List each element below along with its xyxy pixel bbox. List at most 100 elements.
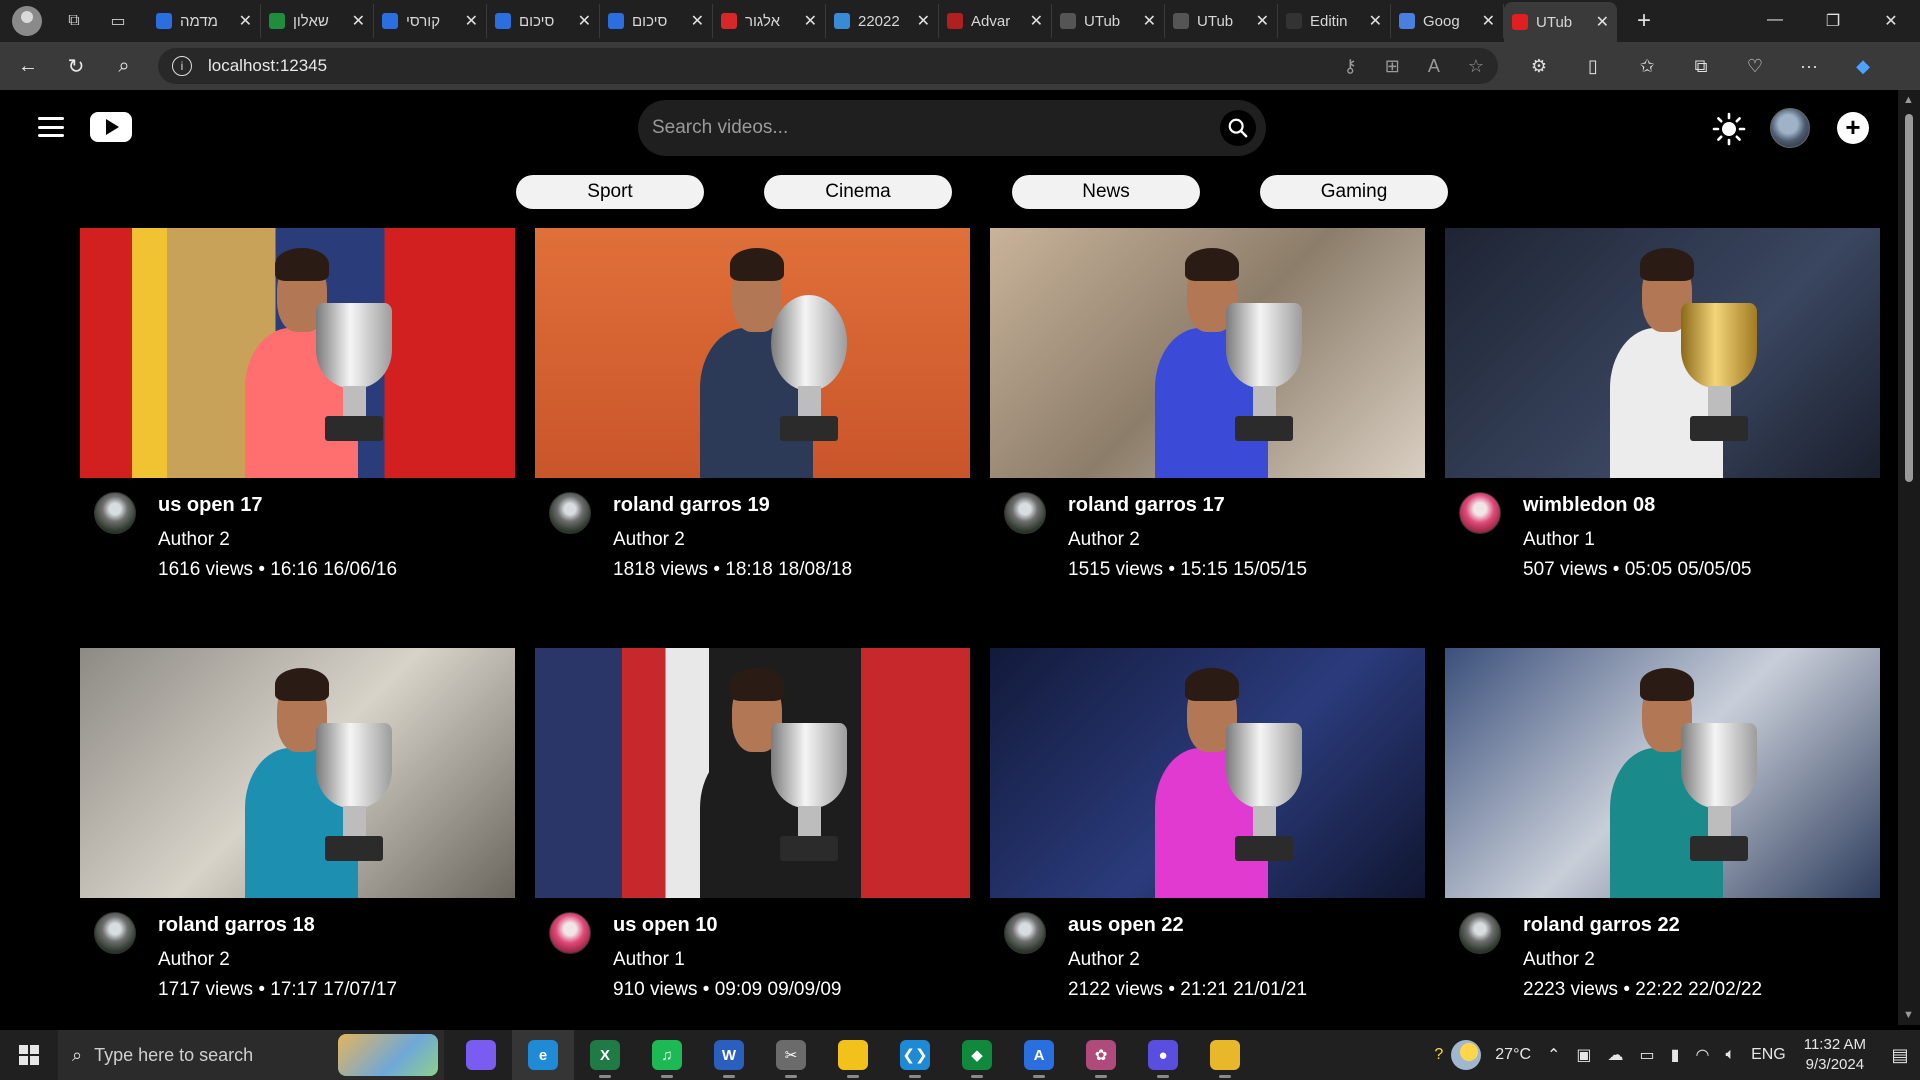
video-author[interactable]: Author 2 [158, 947, 397, 973]
channel-avatar[interactable] [549, 912, 591, 954]
snipping-app-icon[interactable]: ✂ [760, 1030, 822, 1080]
channel-avatar[interactable] [1459, 912, 1501, 954]
app-store-icon[interactable]: A [1008, 1030, 1070, 1080]
close-tab-icon[interactable]: ✕ [465, 11, 478, 31]
browser-tab[interactable]: אלגור ✕ [713, 4, 826, 38]
browser-tab[interactable]: סיכום ✕ [600, 4, 713, 38]
minimize-icon[interactable]: — [1746, 11, 1804, 31]
onedrive-icon[interactable]: ☁ [1608, 1045, 1624, 1065]
help-icon[interactable]: ? [1434, 1046, 1443, 1064]
video-author[interactable]: Author 2 [613, 527, 852, 553]
logo-icon[interactable] [90, 112, 132, 142]
temperature[interactable]: 27°C [1495, 1046, 1531, 1064]
extensions-icon[interactable]: ⚙ [1512, 56, 1566, 77]
url-text[interactable]: localhost:12345 [208, 56, 1316, 76]
video-thumbnail[interactable] [990, 648, 1425, 898]
video-title[interactable]: roland garros 17 [1068, 492, 1307, 518]
more-menu-icon[interactable]: ··· [1782, 56, 1836, 77]
start-button[interactable] [0, 1030, 58, 1080]
display-icon[interactable]: ▭ [1640, 1045, 1655, 1065]
category-sport[interactable]: Sport [516, 175, 704, 209]
close-tab-icon[interactable]: ✕ [578, 11, 591, 31]
copilot-app-icon[interactable] [450, 1030, 512, 1080]
tab-actions-icon[interactable]: ▭ [104, 7, 132, 35]
favorites-icon[interactable]: ✩ [1620, 56, 1674, 77]
video-card[interactable]: us open 10 Author 1 910 views • 09:09 09/0… [535, 648, 970, 1025]
wifi-icon[interactable]: ◠ [1695, 1045, 1709, 1065]
device-icon[interactable]: ▣ [1576, 1045, 1591, 1065]
category-gaming[interactable]: Gaming [1260, 175, 1448, 209]
video-card[interactable]: roland garros 22 Author 2 2223 views • 22:… [1445, 648, 1880, 1025]
close-tab-icon[interactable]: ✕ [1143, 11, 1156, 31]
spotify-app-icon[interactable]: ♫ [636, 1030, 698, 1080]
browser-tab[interactable]: UTub ✕ [1052, 4, 1165, 38]
volume-icon[interactable]: 🔈︎ [1725, 1046, 1735, 1064]
clock[interactable]: 11:32 AM 9/3/2024 [1804, 1035, 1866, 1075]
category-cinema[interactable]: Cinema [764, 175, 952, 209]
split-screen-icon[interactable]: ▯ [1566, 56, 1620, 77]
video-thumbnail[interactable] [535, 648, 970, 898]
browser-tab[interactable]: סיכום ✕ [487, 4, 600, 38]
category-news[interactable]: News [1012, 175, 1200, 209]
close-tab-icon[interactable]: ✕ [1482, 11, 1495, 31]
read-aloud-icon[interactable]: A [1428, 56, 1440, 77]
show-hidden-icons[interactable]: ⌃ [1547, 1045, 1560, 1065]
video-title[interactable]: roland garros 18 [158, 912, 397, 938]
collections-icon[interactable]: ⧉ [1674, 56, 1728, 77]
taskbar-search[interactable]: ⌕ Type here to search [58, 1030, 444, 1080]
paint-app-icon[interactable]: ✿ [1070, 1030, 1132, 1080]
video-title[interactable]: us open 10 [613, 912, 841, 938]
workspaces-icon[interactable]: ⧉ [60, 7, 88, 35]
browser-tab[interactable]: Editin ✕ [1278, 4, 1391, 38]
video-card[interactable]: roland garros 19 Author 2 1818 views • 18:… [535, 228, 970, 648]
notifications-icon[interactable]: ▤ [1880, 1045, 1920, 1066]
video-thumbnail[interactable] [80, 228, 515, 478]
browser-tab[interactable]: 22022 ✕ [826, 4, 939, 38]
user-avatar[interactable] [1770, 108, 1810, 148]
browser-tab[interactable]: מדמה ✕ [148, 4, 261, 38]
video-thumbnail[interactable] [80, 648, 515, 898]
channel-avatar[interactable] [1004, 912, 1046, 954]
browser-tab[interactable]: שאלון ✕ [261, 4, 374, 38]
video-card[interactable]: roland garros 18 Author 2 1717 views • 17:… [80, 648, 515, 1025]
close-tab-icon[interactable]: ✕ [917, 11, 930, 31]
vscode-app-icon[interactable]: ❮❯ [884, 1030, 946, 1080]
video-author[interactable]: Author 1 [1523, 527, 1751, 553]
video-author[interactable]: Author 2 [1068, 947, 1307, 973]
mongodb-app-icon[interactable]: ◆ [946, 1030, 1008, 1080]
url-field[interactable]: i localhost:12345 ⚷ ⊞ A ☆ [158, 48, 1498, 84]
channel-avatar[interactable] [1459, 492, 1501, 534]
file-explorer-app-icon[interactable] [1194, 1030, 1256, 1080]
video-title[interactable]: roland garros 19 [613, 492, 852, 518]
close-tab-icon[interactable]: ✕ [804, 11, 817, 31]
language-indicator[interactable]: ENG [1751, 1046, 1786, 1064]
close-tab-icon[interactable]: ✕ [1030, 11, 1043, 31]
video-author[interactable]: Author 2 [1523, 947, 1762, 973]
video-title[interactable]: us open 17 [158, 492, 397, 518]
search-button[interactable] [1220, 110, 1256, 146]
favorite-star-icon[interactable]: ☆ [1468, 56, 1484, 77]
battery-icon[interactable]: ▮ [1671, 1045, 1680, 1065]
video-card[interactable]: wimbledon 08 Author 1 507 views • 05:05 05… [1445, 228, 1880, 648]
channel-avatar[interactable] [94, 912, 136, 954]
channel-avatar[interactable] [94, 492, 136, 534]
close-tab-icon[interactable]: ✕ [1256, 11, 1269, 31]
key-icon[interactable]: ⚷ [1344, 56, 1357, 77]
restore-icon[interactable]: ❐ [1804, 11, 1862, 31]
scrollbar-thumb[interactable] [1905, 114, 1913, 482]
new-tab-button[interactable]: + [1629, 7, 1659, 35]
edge-app-icon[interactable]: e [512, 1030, 574, 1080]
close-tab-icon[interactable]: ✕ [352, 11, 365, 31]
weather-icon[interactable] [1451, 1040, 1482, 1070]
video-title[interactable]: wimbledon 08 [1523, 492, 1751, 518]
back-icon[interactable]: ← [8, 48, 48, 84]
scroll-down-icon[interactable]: ▼ [1903, 1009, 1914, 1021]
video-author[interactable]: Author 1 [613, 947, 841, 973]
word-app-icon[interactable]: W [698, 1030, 760, 1080]
profile-icon[interactable] [12, 6, 42, 36]
browser-tab[interactable]: UTub ✕ [1165, 4, 1278, 38]
chat-app-icon[interactable]: ● [1132, 1030, 1194, 1080]
browser-tab[interactable]: UTub ✕ [1504, 2, 1617, 42]
site-info-icon[interactable]: i [172, 56, 192, 76]
close-tab-icon[interactable]: ✕ [1596, 12, 1609, 32]
